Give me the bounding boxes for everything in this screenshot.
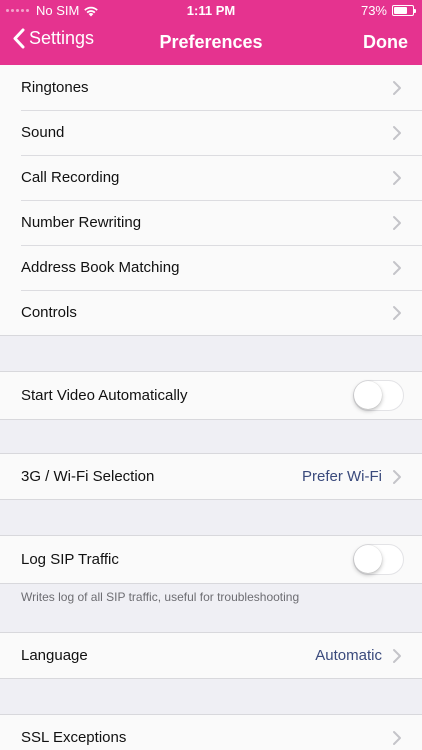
language-group: Language Automatic — [0, 632, 422, 679]
nav-bar: Settings Preferences Done — [0, 22, 422, 65]
row-label: SSL Exceptions — [21, 729, 127, 746]
chevron-right-icon — [393, 469, 401, 484]
ssl-exceptions-row[interactable]: SSL Exceptions — [0, 715, 422, 750]
start-video-row: Start Video Automatically — [0, 372, 422, 419]
battery-icon — [392, 5, 416, 16]
row-label: Ringtones — [21, 79, 89, 96]
sip-group: Log SIP Traffic — [0, 535, 422, 584]
chevron-right-icon — [393, 215, 401, 230]
row-label: Sound — [21, 124, 65, 141]
row-label: Language — [21, 647, 88, 664]
battery-percent: 73% — [360, 3, 387, 18]
chevron-right-icon — [393, 170, 401, 185]
status-right: 73% — [360, 3, 416, 18]
ssl-group: SSL Exceptions — [0, 714, 422, 750]
page-title: Preferences — [159, 32, 263, 52]
log-sip-row: Log SIP Traffic — [0, 536, 422, 583]
chevron-right-icon — [393, 80, 401, 95]
chevron-right-icon — [393, 260, 401, 275]
row-label: 3G / Wi-Fi Selection — [21, 468, 155, 485]
row-value: Automatic — [315, 647, 382, 664]
sip-footer-note: Writes log of all SIP traffic, useful fo… — [21, 590, 300, 604]
call-recording-row[interactable]: Call Recording — [0, 155, 422, 200]
chevron-right-icon — [393, 125, 401, 140]
controls-row[interactable]: Controls — [0, 290, 422, 335]
main-settings-group: Ringtones Sound Call Recording Number Re… — [0, 65, 422, 336]
row-label: Number Rewriting — [21, 214, 142, 231]
toggle-knob — [354, 381, 382, 409]
number-rewriting-row[interactable]: Number Rewriting — [0, 200, 422, 245]
sound-row[interactable]: Sound — [0, 110, 422, 155]
header: No SIM 1:11 PM 73% Settings Preferences … — [0, 0, 422, 65]
battery-fill — [394, 7, 408, 14]
row-label: Call Recording — [21, 169, 120, 186]
row-label: Controls — [21, 304, 77, 321]
chevron-right-icon — [393, 305, 401, 320]
start-video-toggle[interactable] — [353, 380, 404, 411]
toggle-knob — [354, 545, 382, 573]
language-row[interactable]: Language Automatic — [0, 633, 422, 678]
log-sip-toggle[interactable] — [353, 544, 404, 575]
done-button[interactable]: Done — [363, 32, 408, 53]
chevron-right-icon — [393, 648, 401, 663]
row-label: Start Video Automatically — [21, 387, 188, 404]
network-selection-row[interactable]: 3G / Wi-Fi Selection Prefer Wi-Fi — [0, 454, 422, 499]
chevron-right-icon — [393, 730, 401, 745]
status-time: 1:11 PM — [186, 3, 236, 18]
address-book-matching-row[interactable]: Address Book Matching — [0, 245, 422, 290]
video-group: Start Video Automatically — [0, 371, 422, 420]
network-group: 3G / Wi-Fi Selection Prefer Wi-Fi — [0, 453, 422, 500]
status-bar: No SIM 1:11 PM 73% — [0, 0, 422, 22]
row-label: Log SIP Traffic — [21, 551, 119, 568]
row-value: Prefer Wi-Fi — [302, 468, 382, 485]
ringtones-row[interactable]: Ringtones — [0, 65, 422, 110]
row-label: Address Book Matching — [21, 259, 180, 276]
